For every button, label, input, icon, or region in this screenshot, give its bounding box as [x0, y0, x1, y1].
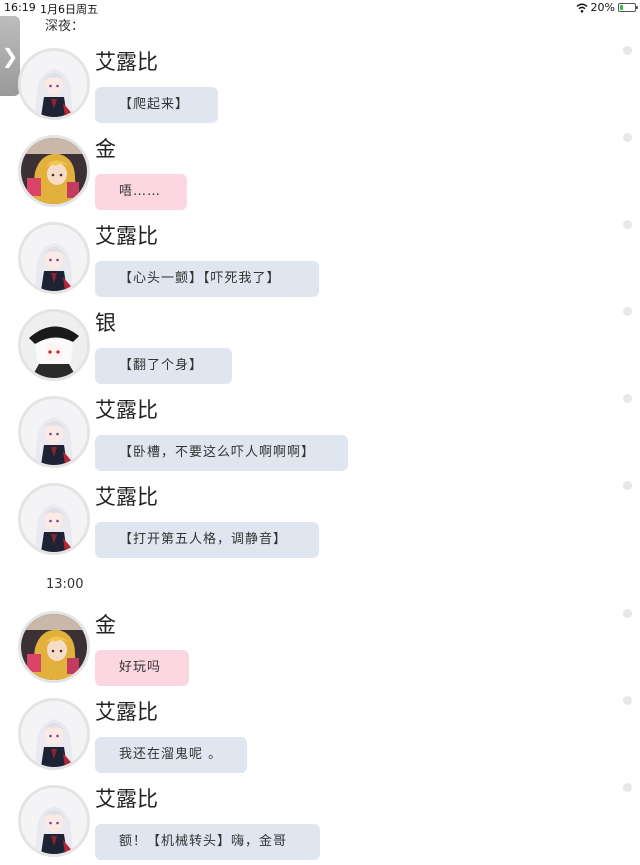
avatar[interactable]	[18, 396, 90, 468]
section-label-time: 13:00	[46, 577, 84, 592]
message-bubble[interactable]: 好玩吗	[95, 650, 189, 686]
message-bubble[interactable]: 【卧槽，不要这么吓人啊啊啊】	[95, 435, 348, 471]
avatar[interactable]	[18, 48, 90, 120]
list-item: 艾露比【心头一颤】【吓死我了】	[18, 222, 618, 302]
avatar[interactable]	[18, 698, 90, 770]
message-bubble[interactable]: 我还在溜鬼呢 。	[95, 737, 247, 773]
scroll-dot	[623, 696, 632, 705]
list-item: 银【翻了个身】	[18, 309, 618, 389]
section-label-night: 深夜：	[45, 19, 85, 34]
list-item: 艾露比【打开第五人格，调静音】	[18, 483, 618, 563]
list-item: 金好玩吗	[18, 611, 618, 691]
sender-name: 金	[95, 137, 116, 161]
sender-name: 艾露比	[95, 224, 158, 248]
avatar[interactable]	[18, 222, 90, 294]
scroll-dot	[623, 307, 632, 316]
chevron-right-icon: ❯	[1, 44, 19, 68]
scroll-dot	[623, 783, 632, 792]
scroll-dot	[623, 133, 632, 142]
sender-name: 艾露比	[95, 787, 158, 811]
message-bubble[interactable]: 【翻了个身】	[95, 348, 232, 384]
message-bubble[interactable]: 【打开第五人格，调静音】	[95, 522, 319, 558]
list-item: 金唔……	[18, 135, 618, 215]
scroll-dot	[623, 609, 632, 618]
sender-name: 艾露比	[95, 700, 158, 724]
battery-percent: 20%	[590, 1, 615, 14]
avatar[interactable]	[18, 483, 90, 555]
message-bubble[interactable]: 【爬起来】	[95, 87, 218, 123]
sidebar-toggle-button[interactable]: ❯	[0, 16, 20, 96]
scroll-dot	[623, 481, 632, 490]
avatar[interactable]	[18, 135, 90, 207]
message-bubble[interactable]: 【心头一颤】【吓死我了】	[95, 261, 319, 297]
scroll-dot	[623, 220, 632, 229]
avatar[interactable]	[18, 611, 90, 683]
sender-name: 金	[95, 613, 116, 637]
sender-name: 银	[95, 311, 116, 335]
battery-icon	[618, 3, 638, 12]
status-time: 16:19	[4, 1, 36, 14]
wifi-icon	[576, 3, 588, 13]
scroll-dot	[623, 394, 632, 403]
sender-name: 艾露比	[95, 50, 158, 74]
list-item: 艾露比额！【机械转头】嗨，金哥	[18, 785, 618, 865]
avatar[interactable]	[18, 785, 90, 857]
status-indicators: 20%	[576, 1, 638, 14]
message-bubble[interactable]: 额！【机械转头】嗨，金哥	[95, 824, 320, 860]
status-bar: 16:19 1月6日周五 20%	[0, 0, 640, 16]
sender-name: 艾露比	[95, 485, 158, 509]
sender-name: 艾露比	[95, 398, 158, 422]
avatar[interactable]	[18, 309, 90, 381]
message-bubble[interactable]: 唔……	[95, 174, 187, 210]
list-item: 艾露比【卧槽，不要这么吓人啊啊啊】	[18, 396, 618, 476]
scroll-dot	[623, 46, 632, 55]
list-item: 艾露比 【爬起来】	[18, 48, 618, 128]
list-item: 艾露比我还在溜鬼呢 。	[18, 698, 618, 778]
